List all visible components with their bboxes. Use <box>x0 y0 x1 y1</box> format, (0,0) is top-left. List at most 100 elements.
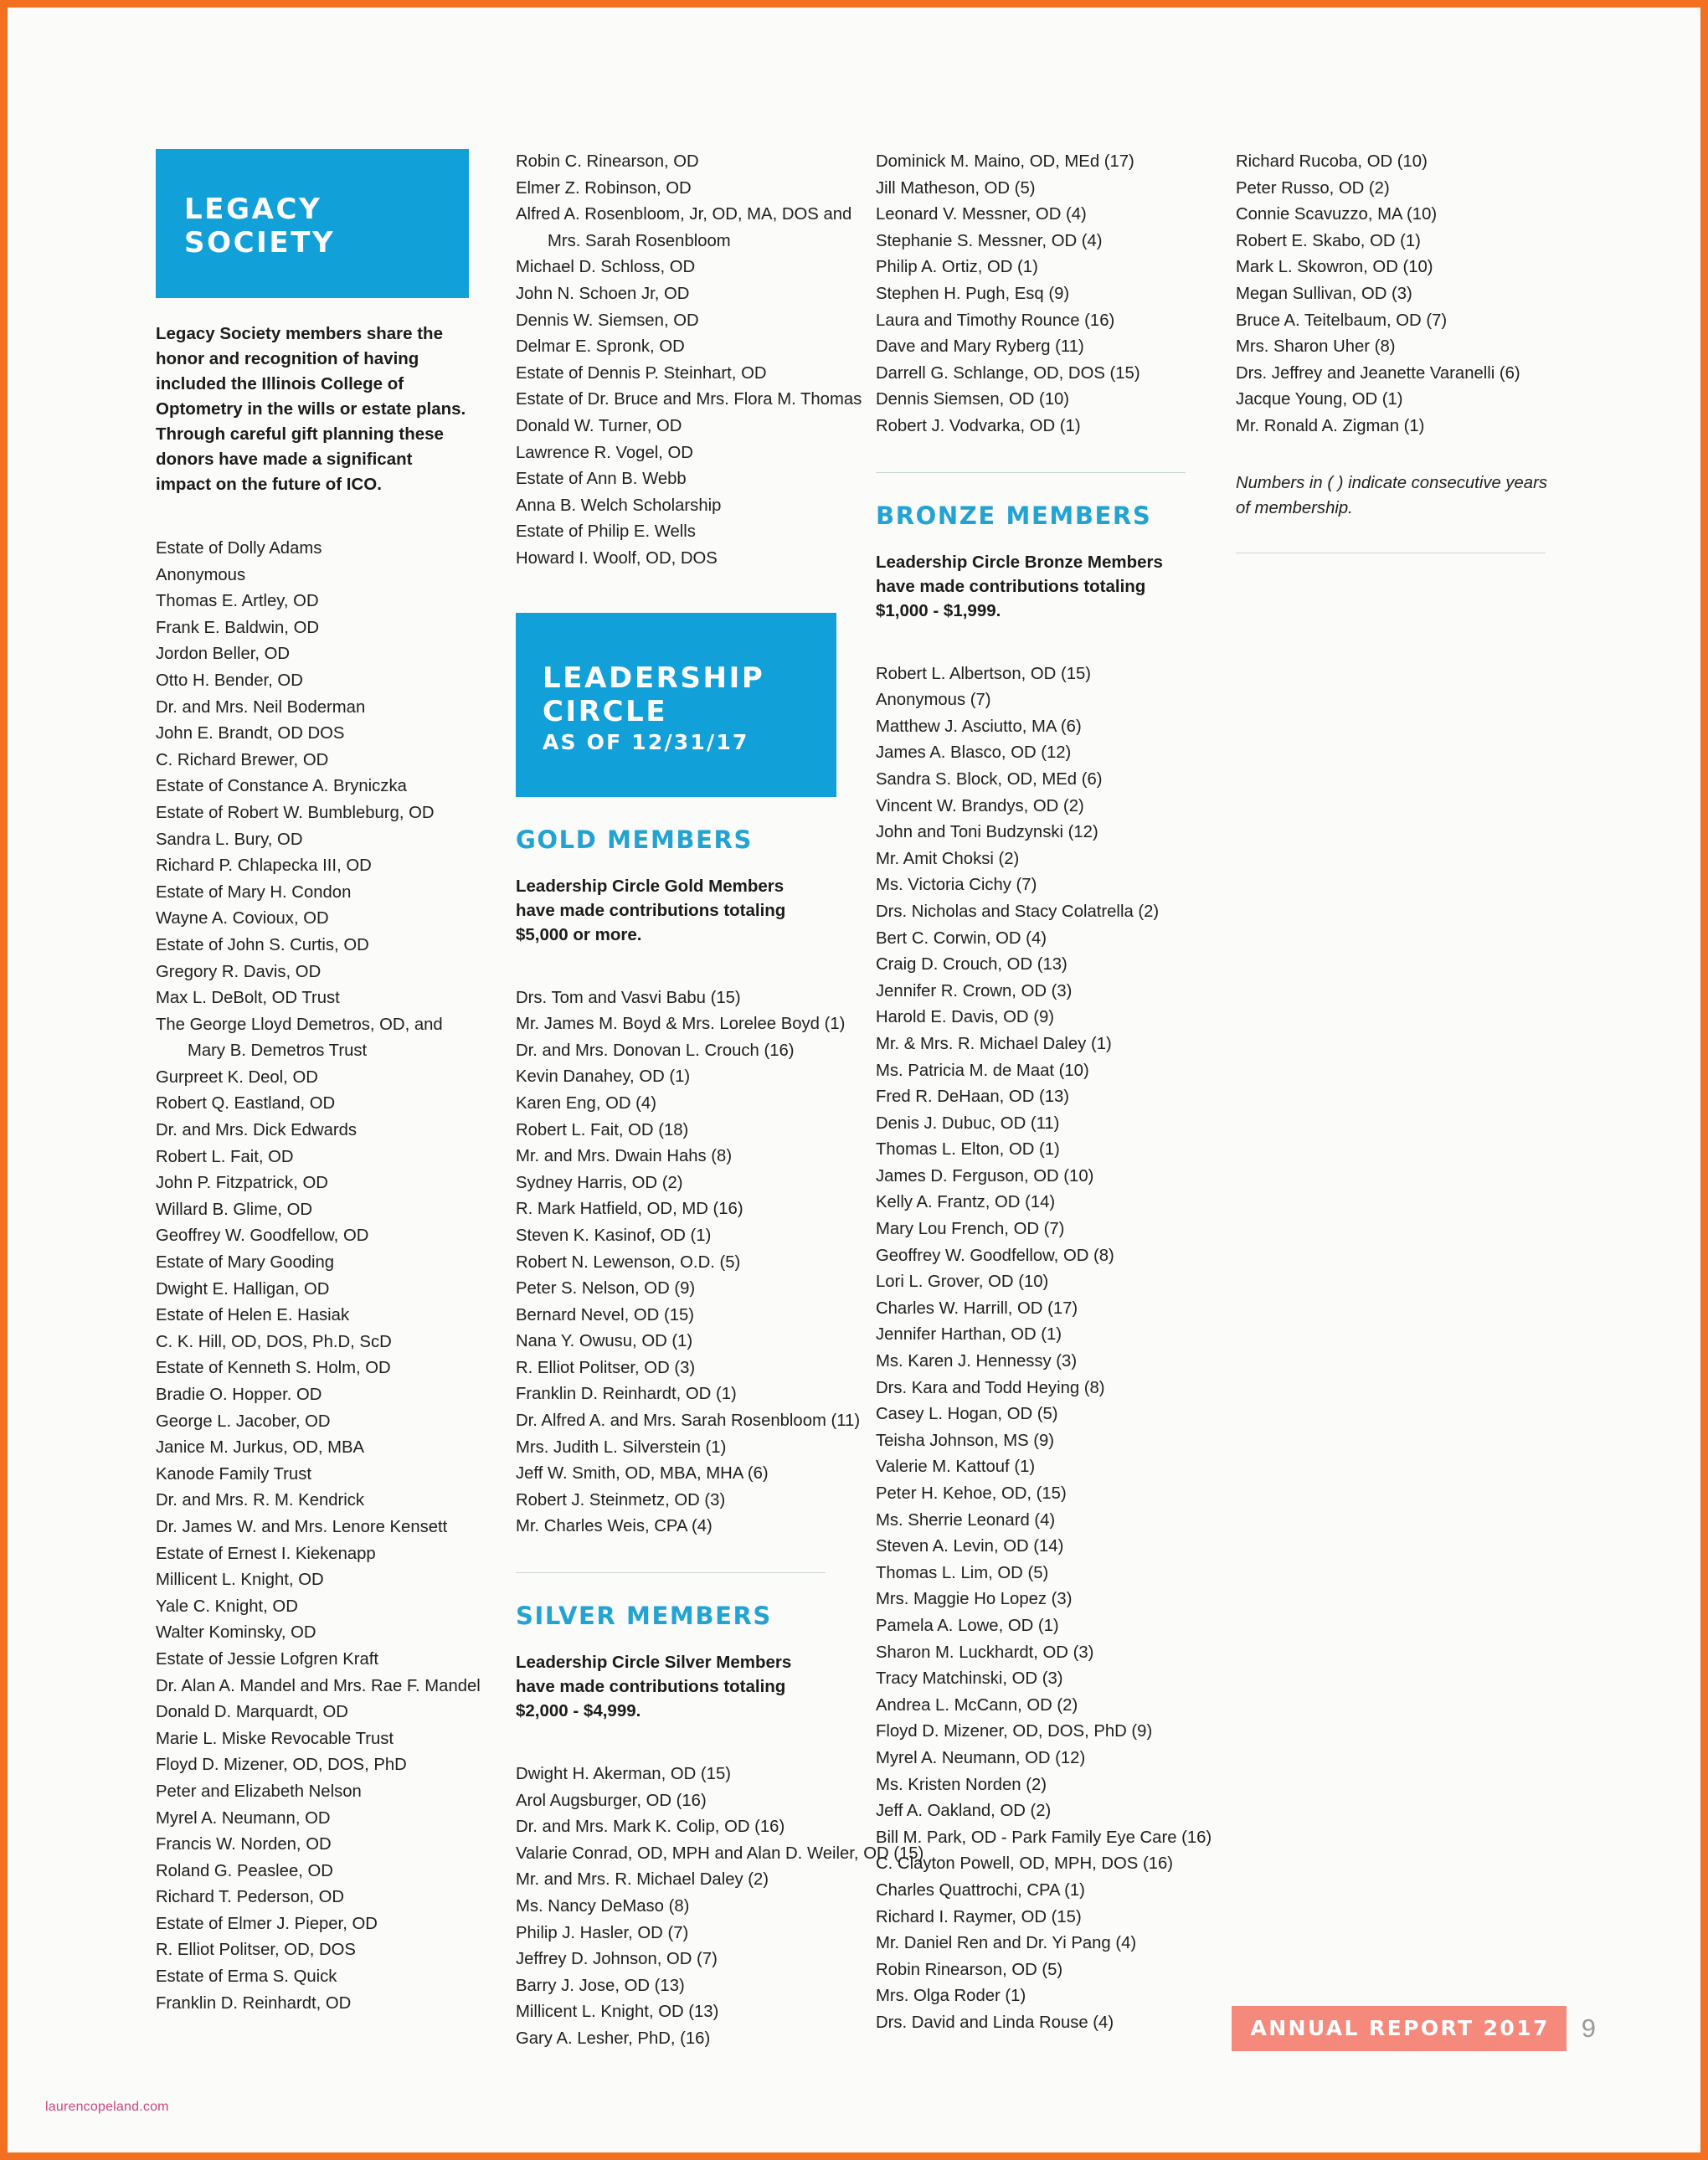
annual-report-page: LEGACY SOCIETY Legacy Society members sh… <box>0 0 1708 2160</box>
page-number: 9 <box>1581 2013 1596 2043</box>
bronze-members-list-column-4: Richard Rucoba, OD (10) Peter Russo, OD (… <box>1236 149 1562 440</box>
column-legacy-continued-and-leadership: Robin C. Rinearson, OD Elmer Z. Robinson,… <box>516 149 923 2053</box>
list-item: Thomas E. Artley, OD <box>156 592 319 611</box>
list-item: Myrel A. Neumann, OD (12) <box>876 1748 1086 1767</box>
list-item: Sandra S. Block, OD, MEd (6) <box>876 769 1103 789</box>
list-item: Roland G. Peaslee, OD <box>156 1861 333 1880</box>
watermark: laurencopeland.com <box>45 2100 169 2114</box>
list-item: Sandra L. Bury, OD <box>156 830 303 849</box>
list-item: Gary A. Lesher, PhD, (16) <box>516 2029 711 2049</box>
list-item: John E. Brandt, OD DOS <box>156 724 345 743</box>
list-item: James D. Ferguson, OD (10) <box>876 1166 1094 1185</box>
list-item: Mrs. Maggie Ho Lopez (3) <box>876 1590 1073 1609</box>
list-item: Peter H. Kehoe, OD, (15) <box>876 1484 1067 1503</box>
list-item: Peter and Elizabeth Nelson <box>156 1782 362 1801</box>
list-item: Anonymous <box>156 565 246 584</box>
leadership-banner-asof: AS OF 12/31/17 <box>543 729 749 754</box>
list-item: Delmar E. Spronk, OD <box>516 337 685 357</box>
list-item: Pamela A. Lowe, OD (1) <box>876 1616 1059 1635</box>
list-item: Drs. Nicholas and Stacy Colatrella (2) <box>876 902 1160 921</box>
list-item: Mr. and Mrs. Dwain Hahs (8) <box>516 1147 733 1166</box>
list-item: Anna B. Welch Scholarship <box>516 496 722 515</box>
column-bronze-continued: Richard Rucoba, OD (10) Peter Russo, OD (… <box>1236 149 1596 2053</box>
list-item: Bruce A. Teitelbaum, OD (7) <box>1236 311 1448 330</box>
list-item: Teisha Johnson, MS (9) <box>876 1431 1055 1450</box>
bronze-members-description: Leadership Circle Bronze Members have ma… <box>876 552 1163 620</box>
list-item: Estate of John S. Curtis, OD <box>156 935 369 954</box>
list-item: Peter S. Nelson, OD (9) <box>516 1279 696 1299</box>
list-item: Craig D. Crouch, OD (13) <box>876 955 1068 975</box>
list-item: Mrs. Judith L. Silverstein (1) <box>516 1437 727 1457</box>
list-item: Janice M. Jurkus, OD, MBA <box>156 1438 365 1458</box>
list-item: Donald D. Marquardt, OD <box>156 1703 348 1722</box>
list-item: Estate of Dr. Bruce and Mrs. Flora M. Th… <box>516 390 862 409</box>
list-item: Matthew J. Asciutto, MA (6) <box>876 717 1082 736</box>
list-item: Sharon M. Luckhardt, OD (3) <box>876 1643 1094 1662</box>
list-item: Tracy Matchinski, OD (3) <box>876 1669 1063 1689</box>
list-item: Max L. DeBolt, OD Trust <box>156 989 340 1008</box>
list-item: Mr. Ronald A. Zigman (1) <box>1236 416 1425 435</box>
list-item: Estate of Helen E. Hasiak <box>156 1306 350 1325</box>
list-item: Gregory R. Davis, OD <box>156 962 322 981</box>
list-item: Estate of Erma S. Quick <box>156 1967 337 1987</box>
list-item: Bert C. Corwin, OD (4) <box>876 928 1047 948</box>
list-item: Richard T. Pederson, OD <box>156 1888 345 1907</box>
bronze-members-list: Robert L. Albertson, OD (15) Anonymous (7… <box>876 661 1212 2037</box>
list-item: Kelly A. Frantz, OD (14) <box>876 1193 1056 1212</box>
list-item: Drs. Kara and Todd Heying (8) <box>876 1378 1105 1397</box>
list-item: Robert Q. Eastland, OD <box>156 1094 336 1113</box>
list-item: Richard Rucoba, OD (10) <box>1236 152 1428 171</box>
list-item: Karen Eng, OD (4) <box>516 1093 656 1113</box>
list-item: Mr. & Mrs. R. Michael Daley (1) <box>876 1034 1112 1053</box>
list-item: Franklin D. Reinhardt, OD <box>156 1993 352 2013</box>
list-item: Lori L. Grover, OD (10) <box>876 1273 1049 1292</box>
list-item: C. K. Hill, OD, DOS, Ph.D, ScD <box>156 1332 392 1351</box>
list-item: John P. Fitzpatrick, OD <box>156 1174 328 1193</box>
list-item: Myrel A. Neumann, OD <box>156 1808 331 1828</box>
list-item: Sydney Harris, OD (2) <box>516 1173 683 1192</box>
page-sheet: LEGACY SOCIETY Legacy Society members sh… <box>15 15 1693 2145</box>
legacy-society-intro: Legacy Society members share the honor a… <box>156 324 466 494</box>
list-item: Lawrence R. Vogel, OD <box>516 443 693 462</box>
list-item: Dr. and Mrs. Dick Edwards <box>156 1121 358 1140</box>
list-item: Ms. Karen J. Hennessy (3) <box>876 1352 1078 1371</box>
list-item: Walter Kominsky, OD <box>156 1623 316 1643</box>
list-item: Donald W. Turner, OD <box>516 416 682 435</box>
membership-years-note: Numbers in ( ) indicate consecutive year… <box>1236 473 1547 517</box>
list-item: Dennis Siemsen, OD (10) <box>876 390 1070 409</box>
list-item: Dr. Alfred A. and Mrs. Sarah Rosenbloom … <box>516 1412 861 1431</box>
list-item: Robin C. Rinearson, OD <box>516 152 699 171</box>
list-item: Robert L. Fait, OD <box>156 1147 294 1166</box>
list-item: Dr. James W. and Mrs. Lenore Kensett <box>156 1517 448 1536</box>
list-item: Fred R. DeHaan, OD (13) <box>876 1088 1070 1107</box>
list-item: Dwight E. Halligan, OD <box>156 1279 330 1299</box>
list-item: Stephanie S. Messner, OD (4) <box>876 231 1103 250</box>
list-item: Thomas L. Elton, OD (1) <box>876 1140 1060 1160</box>
list-item: Geoffrey W. Goodfellow, OD (8) <box>876 1246 1114 1265</box>
list-item: Mrs. Sarah Rosenbloom <box>548 231 731 250</box>
list-item: Charles W. Harrill, OD (17) <box>876 1299 1078 1318</box>
list-item: Mrs. Olga Roder (1) <box>876 1987 1026 2006</box>
legacy-society-banner: LEGACY SOCIETY <box>156 149 469 298</box>
list-item: Robert E. Skabo, OD (1) <box>1236 231 1421 250</box>
list-item: Michael D. Schloss, OD <box>516 258 696 277</box>
silver-members-heading: SILVER MEMBERS <box>516 1602 772 1631</box>
list-item: Mr. Charles Weis, CPA (4) <box>516 1517 713 1536</box>
list-item: George L. Jacober, OD <box>156 1412 331 1431</box>
list-item: Otto H. Bender, OD <box>156 671 303 690</box>
gold-members-list-continued: Dominick M. Maino, OD, MEd (17) Jill Math… <box>876 149 1202 440</box>
list-item: Dr. and Mrs. R. M. Kendrick <box>156 1491 365 1510</box>
list-item: James A. Blasco, OD (12) <box>876 743 1072 763</box>
gold-members-list: Drs. Tom and Vasvi Babu (15) Mr. James M.… <box>516 985 861 1540</box>
list-item: Barry J. Jose, OD (13) <box>516 1976 685 1995</box>
list-item: John and Toni Budzynski (12) <box>876 823 1098 842</box>
gold-members-heading: GOLD MEMBERS <box>516 825 753 854</box>
list-item: Yale C. Knight, OD <box>156 1597 298 1616</box>
list-item: Kanode Family Trust <box>156 1464 311 1484</box>
list-item: Mary B. Demetros Trust <box>188 1041 368 1061</box>
list-item: Dr. and Mrs. Neil Boderman <box>156 697 366 717</box>
list-item: Estate of Philip E. Wells <box>516 522 696 542</box>
silver-section-divider <box>516 1572 826 1574</box>
list-item: Megan Sullivan, OD (3) <box>1236 284 1412 303</box>
list-item: Dr. and Mrs. Mark K. Colip, OD (16) <box>516 1818 785 1837</box>
